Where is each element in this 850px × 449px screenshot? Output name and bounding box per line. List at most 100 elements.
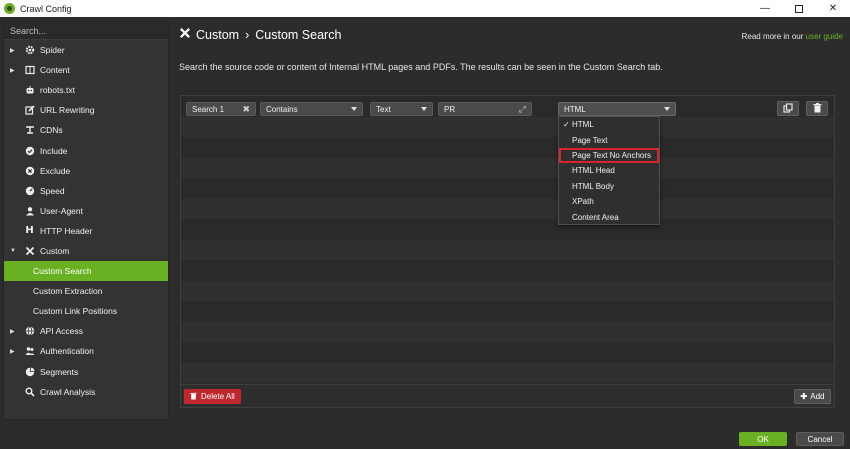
sidebar-item-label: CDNs: [40, 125, 63, 136]
pie-chart-icon: [24, 366, 35, 377]
close-button[interactable]: ✕: [816, 0, 850, 17]
sidebar-item-robots[interactable]: robots.txt: [4, 80, 168, 100]
option-label: Page Text No Anchors: [572, 150, 652, 160]
sidebar-item-include[interactable]: Include: [4, 140, 168, 160]
page-description: Search the source code or content of Int…: [179, 62, 663, 72]
collapse-arrow-icon[interactable]: ▼: [10, 248, 16, 254]
title-bar: Crawl Config — ✕: [0, 0, 850, 17]
delete-row-button[interactable]: [806, 101, 828, 116]
sidebar-item-label: Custom Extraction: [33, 286, 103, 297]
sidebar-item-custom[interactable]: ▼ Custom: [4, 241, 168, 261]
sidebar-item-exclude[interactable]: Exclude: [4, 161, 168, 181]
dropdown-option-html[interactable]: ✓ HTML: [559, 117, 659, 132]
table-row: [181, 137, 834, 158]
sidebar-item-label: Custom: [40, 245, 70, 256]
delete-all-button[interactable]: Delete All: [184, 389, 241, 404]
dropdown-option-content-area[interactable]: Content Area: [559, 209, 659, 224]
sidebar-item-custom-link-positions[interactable]: Custom Link Positions: [4, 301, 168, 321]
table-footer: [180, 385, 835, 408]
dropdown-option-page-text[interactable]: Page Text: [559, 132, 659, 147]
sidebar-item-label: Custom Link Positions: [33, 306, 118, 317]
table-row: [181, 362, 834, 383]
sidebar-item-url-rewriting[interactable]: URL Rewriting: [4, 100, 168, 120]
sidebar-item-label: robots.txt: [40, 85, 75, 96]
read-more: Read more in our user guide: [742, 32, 843, 41]
operator-value: Contains: [266, 104, 298, 114]
expand-arrow-icon[interactable]: ▶: [10, 348, 15, 355]
sidebar-search-input[interactable]: [10, 25, 162, 36]
sidebar-item-label: Crawl Analysis: [40, 386, 96, 397]
search-name-field[interactable]: Search 1 ✖: [186, 102, 256, 116]
expand-arrow-icon[interactable]: ▶: [10, 47, 15, 54]
app-logo-icon: [4, 3, 15, 14]
add-button[interactable]: ✚ Add: [794, 389, 831, 404]
mode-select[interactable]: Text: [370, 102, 433, 116]
chevron-down-icon: [421, 107, 427, 111]
table-row: [181, 239, 834, 260]
option-label: Content Area: [572, 212, 619, 222]
search-value-input[interactable]: PR ⤢: [438, 102, 532, 116]
operator-select[interactable]: Contains: [260, 102, 363, 116]
read-more-text: Read more in our: [741, 32, 804, 41]
table-row: [181, 280, 834, 301]
ok-button[interactable]: OK: [739, 432, 787, 446]
expand-arrow-icon[interactable]: ▶: [10, 67, 15, 74]
table-row: [181, 157, 834, 178]
speedometer-icon: [24, 185, 35, 196]
dropdown-option-html-body[interactable]: HTML Body: [559, 179, 659, 194]
cancel-button[interactable]: Cancel: [796, 432, 844, 446]
sidebar-item-custom-extraction[interactable]: Custom Extraction: [4, 281, 168, 301]
scope-dropdown-menu: ✓ HTML Page Text Page Text No Anchors HT…: [558, 116, 660, 225]
dropdown-option-page-text-no-anchors[interactable]: Page Text No Anchors: [559, 147, 659, 164]
edit-icon: [24, 105, 35, 116]
sidebar-item-segments[interactable]: Segments: [4, 362, 168, 382]
duplicate-button[interactable]: [777, 101, 799, 116]
sidebar-item-user-agent[interactable]: User-Agent: [4, 201, 168, 221]
sidebar-item-custom-search[interactable]: Custom Search: [4, 261, 168, 282]
sidebar-item-api-access[interactable]: ▶ API Access: [4, 321, 168, 341]
check-icon: ✓: [563, 120, 570, 130]
mode-value: Text: [376, 104, 391, 114]
sidebar-item-label: URL Rewriting: [40, 105, 95, 116]
search-icon: [24, 386, 35, 397]
trash-icon: [190, 392, 197, 402]
expand-arrow-icon[interactable]: ▶: [10, 328, 15, 335]
cdn-icon: [24, 125, 35, 136]
sidebar-item-spider[interactable]: ▶ Spider: [4, 40, 168, 60]
sidebar-item-label: HTTP Header: [40, 225, 93, 236]
scope-value: HTML: [564, 104, 586, 114]
expand-icon[interactable]: ⤢: [519, 104, 526, 115]
option-label: HTML Body: [572, 181, 614, 191]
option-label: XPath: [572, 197, 594, 207]
dropdown-option-xpath[interactable]: XPath: [559, 194, 659, 209]
table-row: [181, 260, 834, 281]
user-guide-link[interactable]: user guide: [806, 32, 843, 41]
gear-icon: [24, 45, 35, 56]
table-row: [181, 301, 834, 322]
table-row: [181, 178, 834, 199]
dropdown-option-html-head[interactable]: HTML Head: [559, 163, 659, 178]
maximize-button[interactable]: [782, 0, 816, 17]
search-table: [180, 95, 835, 385]
search-name-value: Search 1: [192, 104, 225, 114]
sidebar-item-content[interactable]: ▶ Content: [4, 60, 168, 80]
minimize-button[interactable]: —: [748, 0, 782, 17]
table-row: [181, 116, 834, 137]
sidebar-item-label: User-Agent: [40, 205, 83, 216]
option-label: Page Text: [572, 135, 608, 145]
sidebar-item-cdns[interactable]: CDNs: [4, 120, 168, 140]
sidebar-item-speed[interactable]: Speed: [4, 181, 168, 201]
sidebar-item-label: Exclude: [40, 165, 71, 176]
user-secret-icon: [24, 205, 35, 216]
table-row: [181, 342, 834, 363]
option-label: HTML: [572, 120, 594, 130]
add-label: Add: [810, 392, 825, 401]
sidebar-item-http-header[interactable]: H HTTP Header: [4, 221, 168, 241]
sidebar-item-crawl-analysis[interactable]: Crawl Analysis: [4, 382, 168, 402]
sidebar-item-authentication[interactable]: ▶ Authentication: [4, 341, 168, 361]
chevron-down-icon: [664, 107, 670, 111]
scope-select[interactable]: HTML: [558, 102, 676, 116]
clear-icon[interactable]: ✖: [242, 104, 250, 115]
x-circle-icon: [24, 165, 35, 176]
option-label: HTML Head: [572, 166, 615, 176]
